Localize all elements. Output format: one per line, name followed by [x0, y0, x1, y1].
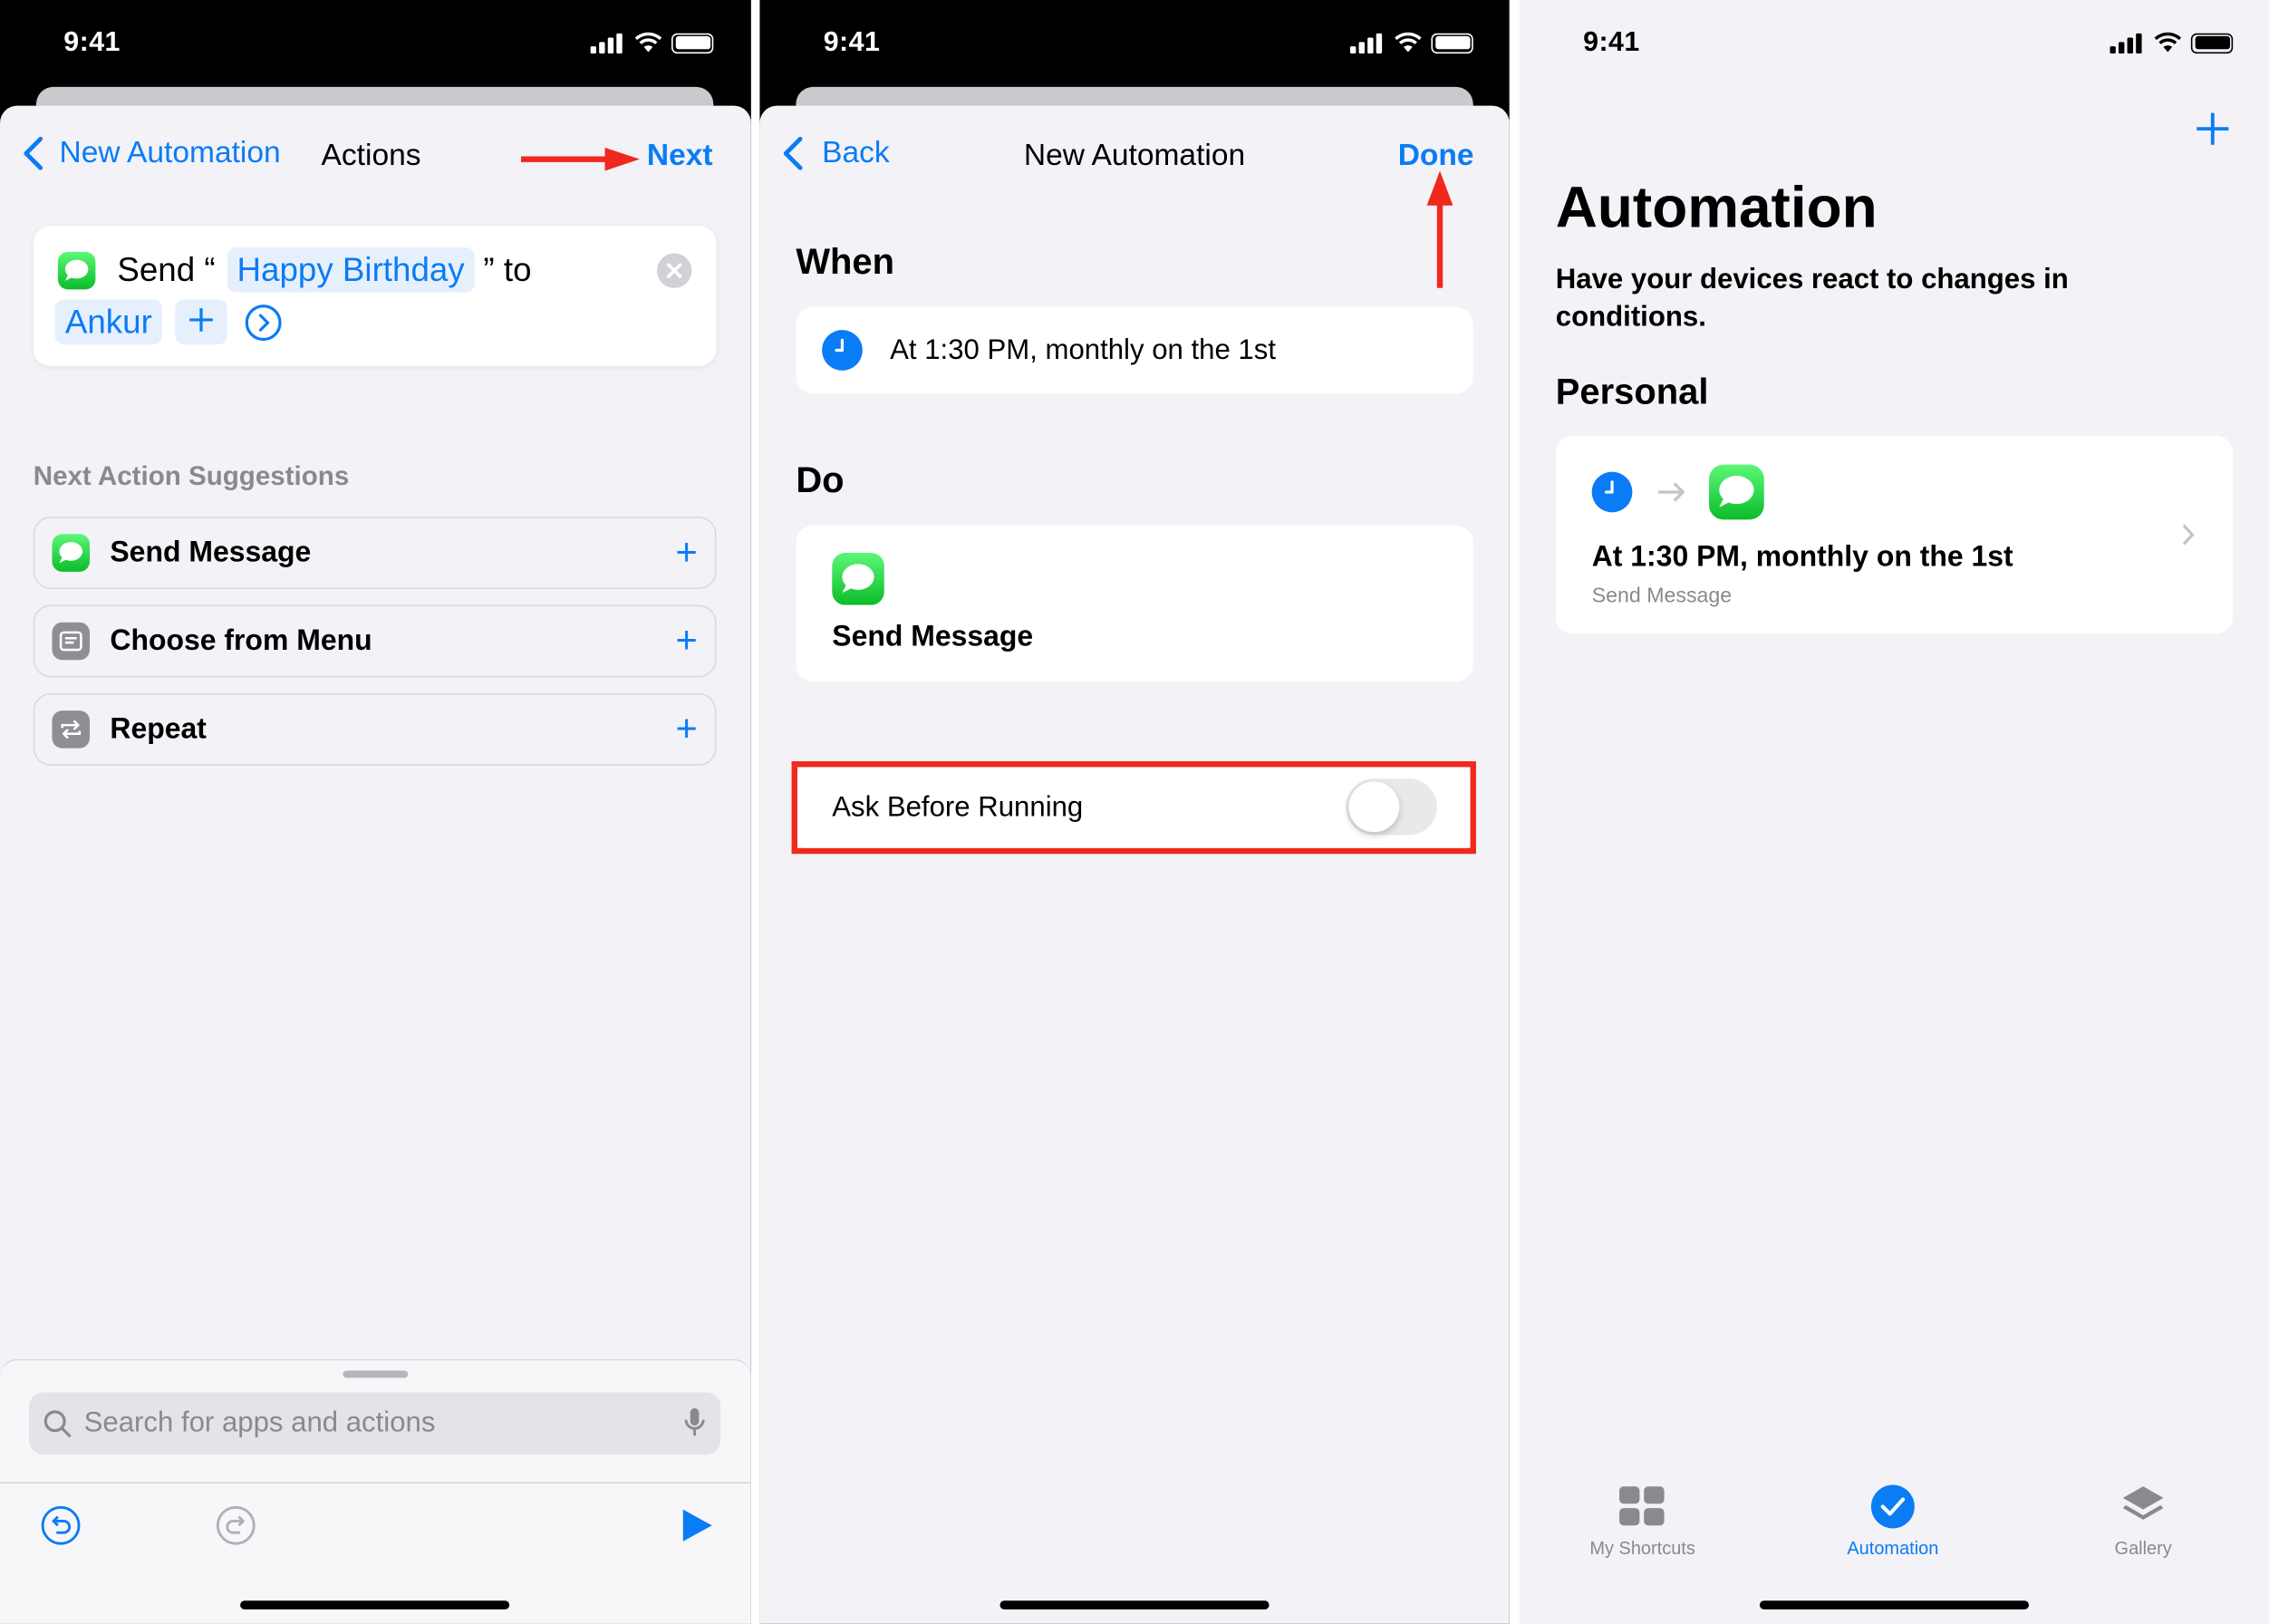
tab-label: Automation	[1847, 1538, 1939, 1559]
wifi-icon	[1395, 32, 1422, 53]
search-drawer: Search for apps and actions	[0, 1358, 751, 1624]
automation-item[interactable]: At 1:30 PM, monthly on the 1st Send Mess…	[1555, 435, 2234, 634]
play-icon[interactable]	[681, 1506, 715, 1544]
status-time: 9:41	[1583, 27, 1640, 58]
done-button[interactable]: Done	[1398, 139, 1474, 173]
repeat-icon	[52, 710, 91, 749]
home-indicator	[240, 1600, 510, 1610]
menu-icon	[52, 622, 91, 661]
actions-screen: 9:41 New Automation Actions Next Send “ …	[0, 0, 751, 1624]
microphone-icon[interactable]	[683, 1406, 707, 1438]
do-action-card[interactable]: Send Message	[796, 525, 1473, 682]
clock-icon	[822, 330, 863, 371]
status-icons	[590, 32, 714, 53]
automation-sheet: Back New Automation Done When At 1:30 PM…	[759, 105, 1510, 1624]
editor-sheet: New Automation Actions Next Send “ Happy…	[0, 105, 751, 1624]
suggestion-send-message[interactable]: Send Message +	[33, 517, 717, 589]
clock-icon	[1591, 471, 1633, 513]
messages-icon	[57, 251, 96, 290]
signal-icon	[590, 32, 623, 53]
battery-icon	[1431, 32, 1473, 53]
tab-label: My Shortcuts	[1589, 1538, 1695, 1559]
tab-bar: My Shortcuts Automation Gallery	[1520, 1455, 2269, 1624]
layers-icon	[2122, 1486, 2164, 1520]
messages-icon	[832, 553, 884, 605]
chevron-right-icon	[2182, 524, 2195, 546]
expand-action-button[interactable]	[245, 304, 283, 342]
do-header: Do	[796, 459, 845, 501]
status-time: 9:41	[823, 27, 881, 58]
page-title: Automation	[1555, 176, 1878, 241]
signal-icon	[1350, 32, 1383, 53]
status-time: 9:41	[63, 27, 121, 58]
send-message-action[interactable]: Send “ Happy Birthday ” to Ankur	[33, 226, 717, 367]
suggestion-repeat[interactable]: Repeat +	[33, 692, 717, 766]
new-automation-screen: 9:41 Back New Automation Done When At 1:…	[759, 0, 1510, 1624]
section-header: Personal	[1555, 372, 1709, 413]
arrow-annotation-right	[520, 147, 642, 179]
close-icon	[667, 263, 682, 278]
home-indicator	[1759, 1600, 2029, 1610]
suggestion-label: Send Message	[110, 536, 312, 568]
plus-icon[interactable]: +	[675, 710, 697, 748]
do-action-label: Send Message	[832, 621, 1034, 653]
remove-action-button[interactable]	[657, 253, 692, 288]
redo-icon[interactable]	[216, 1505, 256, 1546]
automation-item-subtitle: Send Message	[1591, 585, 1733, 608]
drawer-handle[interactable]	[343, 1370, 409, 1378]
search-icon	[43, 1409, 72, 1437]
automation-item-title: At 1:30 PM, monthly on the 1st	[1591, 541, 2013, 574]
nav-title: Actions	[321, 139, 421, 173]
wifi-icon	[2154, 32, 2182, 53]
plus-icon[interactable]: +	[675, 533, 697, 571]
search-input[interactable]: Search for apps and actions	[28, 1392, 721, 1455]
automation-check-icon	[1870, 1484, 1915, 1529]
plus-icon	[189, 308, 213, 332]
undo-icon[interactable]	[41, 1505, 82, 1546]
nav-title: New Automation	[1023, 139, 1246, 173]
home-indicator	[999, 1600, 1270, 1610]
plus-icon[interactable]: +	[675, 621, 697, 659]
chevron-circle-icon	[245, 304, 282, 341]
suggestion-label: Repeat	[110, 712, 207, 745]
next-button[interactable]: Next	[647, 139, 713, 173]
tab-label: Gallery	[2114, 1538, 2172, 1559]
when-header: When	[796, 241, 895, 283]
messages-icon	[1709, 464, 1764, 520]
suggestion-choose-from-menu[interactable]: Choose from Menu +	[33, 604, 717, 678]
grid-icon	[1619, 1486, 1665, 1526]
signal-icon	[2110, 32, 2142, 53]
arrow-right-icon	[1658, 482, 1685, 502]
battery-icon	[2190, 32, 2234, 53]
automation-list-screen: 9:41 Automation Have your devices react …	[1519, 0, 2269, 1624]
add-automation-button[interactable]	[2196, 111, 2230, 146]
action-suffix: ” to	[483, 250, 532, 288]
suggestions-header: Next Action Suggestions	[33, 459, 350, 491]
search-placeholder: Search for apps and actions	[83, 1406, 436, 1439]
arrow-annotation-up	[1426, 170, 1453, 296]
recipient-token[interactable]: Ankur	[54, 299, 163, 345]
battery-icon	[671, 32, 714, 53]
messages-icon	[52, 534, 91, 572]
back-button[interactable]: New Automation	[24, 136, 281, 170]
back-label: New Automation	[59, 136, 281, 169]
action-prefix: Send “	[117, 250, 216, 288]
status-icons	[1350, 32, 1473, 53]
message-token[interactable]: Happy Birthday	[227, 247, 475, 293]
trigger-row[interactable]: At 1:30 PM, monthly on the 1st	[796, 306, 1473, 394]
trigger-label: At 1:30 PM, monthly on the 1st	[890, 334, 1276, 366]
wifi-icon	[634, 32, 662, 53]
status-icons	[2110, 32, 2234, 53]
highlight-box	[791, 761, 1476, 855]
add-recipient-button[interactable]	[175, 299, 227, 345]
chevron-left-icon	[24, 136, 43, 170]
page-subtitle: Have your devices react to changes in co…	[1555, 263, 2069, 334]
suggestion-label: Choose from Menu	[110, 624, 372, 657]
